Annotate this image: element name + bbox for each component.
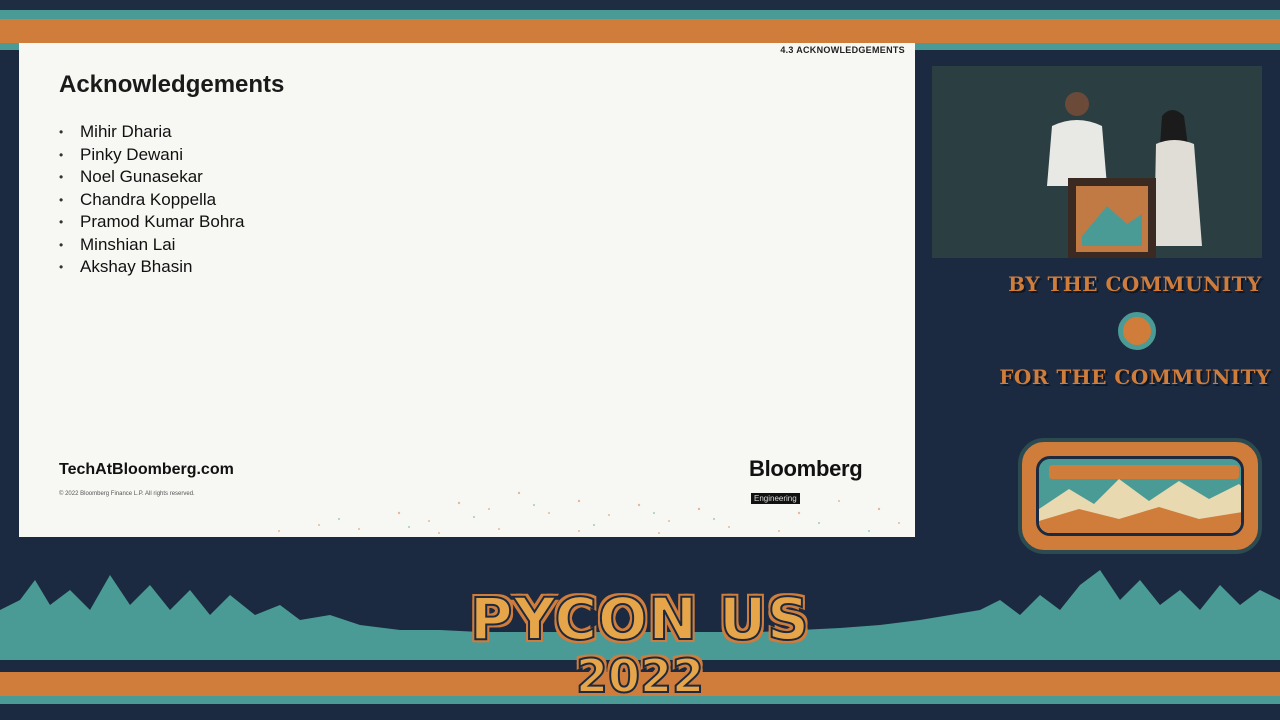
list-item: Minshian Lai (59, 234, 244, 257)
pycon-year: 2022 (575, 648, 705, 704)
bloomberg-logo: Bloomberg (749, 456, 863, 481)
bloomberg-engineering-badge: Engineering (751, 493, 800, 504)
list-item: Pramod Kumar Bohra (59, 211, 244, 234)
acknowledgements-list: Mihir Dharia Pinky Dewani Noel Gunasekar… (59, 121, 244, 279)
slide-section-label: 4.3 ACKNOWLEDGEMENTS (780, 45, 905, 55)
orange-dot-icon (1118, 312, 1156, 350)
tagline-top: BY THE COMMUNITY (1008, 272, 1262, 296)
list-item: Akshay Bhasin (59, 256, 244, 279)
tech-at-bloomberg-link: TechAtBloomberg.com (59, 461, 234, 478)
speaker-video (932, 66, 1262, 258)
presentation-slide: 4.3 ACKNOWLEDGEMENTS Acknowledgements Mi… (19, 43, 915, 537)
top-stripe-dark (0, 0, 1280, 10)
pycon-title: PYCON US (469, 584, 810, 654)
copyright-text: © 2022 Bloomberg Finance L.P. All rights… (59, 491, 195, 497)
badge-landscape-icon (1036, 456, 1244, 536)
list-item: Chandra Koppella (59, 189, 244, 212)
speaker-video-frame (932, 66, 1262, 258)
list-item: Noel Gunasekar (59, 166, 244, 189)
top-stripe-orange (0, 19, 1280, 43)
pycon-badge-logo (1018, 438, 1262, 554)
tagline-bottom: FOR THE COMMUNITY (999, 365, 1271, 389)
badge-mountains-icon (1039, 459, 1241, 533)
list-item: Mihir Dharia (59, 121, 244, 144)
top-stripe-teal (0, 10, 1280, 19)
pycon-logo: PYCON US 2022 (465, 584, 815, 710)
list-item: Pinky Dewani (59, 144, 244, 167)
slide-title: Acknowledgements (59, 71, 285, 98)
